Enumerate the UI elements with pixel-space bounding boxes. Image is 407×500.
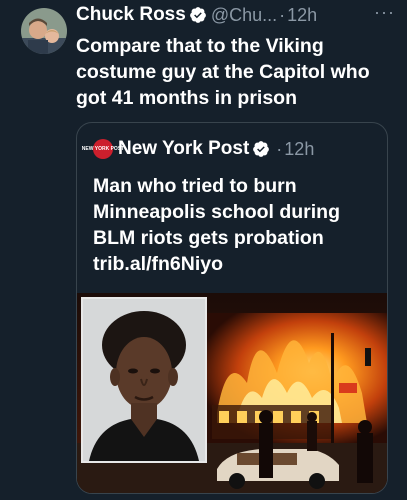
tweet-timestamp[interactable]: 12h: [287, 5, 317, 26]
quoted-tweet-card[interactable]: NEW YORK POST New York Post · 12h Man wh…: [76, 122, 388, 494]
quoted-headline: Man who tried to burn Minneapolis school…: [93, 175, 341, 249]
quoted-link[interactable]: trib.al/fn6Niyo: [93, 251, 383, 277]
separator-dot: ·: [279, 4, 286, 25]
quoted-tweet-timestamp[interactable]: 12h: [284, 139, 314, 160]
separator-dot: ·: [276, 138, 283, 159]
verified-badge-icon: [253, 141, 270, 157]
author-handle[interactable]: @Chu...: [211, 5, 277, 26]
tweet-text: Compare that to the Viking costume guy a…: [76, 35, 370, 109]
quoted-tweet-text: Man who tried to burn Minneapolis school…: [93, 173, 383, 277]
quoted-tweet-header: NEW YORK POST New York Post · 12h: [82, 137, 314, 161]
quoted-author-name[interactable]: New York Post: [118, 138, 249, 160]
quoted-author-avatar[interactable]: NEW YORK POST: [82, 139, 124, 159]
quoted-tweet-media[interactable]: [77, 293, 387, 493]
mugshot-photo: [81, 297, 207, 463]
verified-badge-icon: [189, 7, 206, 23]
avatar-photo: [21, 8, 67, 54]
author-avatar[interactable]: [21, 8, 67, 54]
author-name[interactable]: Chuck Ross: [76, 4, 186, 26]
tweet-header: Chuck Ross @Chu... · 12h: [76, 4, 407, 26]
more-options-icon[interactable]: ···: [374, 2, 395, 23]
